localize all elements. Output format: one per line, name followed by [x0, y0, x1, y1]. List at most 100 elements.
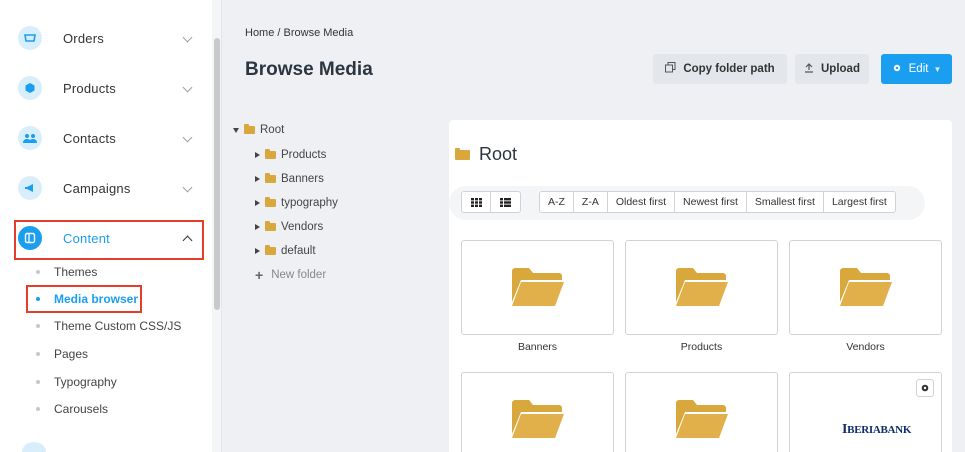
caret-right-icon — [255, 224, 260, 230]
tree-node-products[interactable]: Products — [255, 146, 326, 164]
folder-open-icon — [455, 147, 470, 160]
sidebar-scrollbar[interactable] — [212, 0, 222, 452]
sidebar-item-contacts[interactable]: Contacts — [18, 120, 203, 156]
sidebar-subitem-typography[interactable]: Typography — [36, 372, 117, 392]
sidebar-item-label: Products — [63, 80, 116, 96]
scroll-thumb[interactable] — [214, 38, 220, 310]
list-view-button[interactable] — [491, 192, 520, 212]
edit-label: Edit — [908, 63, 929, 75]
grid-icon — [470, 197, 482, 207]
gear-icon[interactable] — [916, 379, 934, 397]
bullet-dot — [36, 324, 40, 328]
folder-tile[interactable] — [461, 372, 614, 452]
sidebar-subitem-label: Theme Custom CSS/JS — [54, 319, 182, 333]
breadcrumb[interactable]: Home / Browse Media — [245, 27, 353, 39]
gear-icon — [892, 63, 902, 76]
new-folder-label: New folder — [271, 269, 327, 281]
chevron-down-icon — [182, 182, 193, 193]
sort-largest-button[interactable]: Largest first — [824, 192, 895, 212]
iberiabank-logo: IBERIABANK — [842, 422, 911, 438]
folder-icon — [265, 149, 276, 159]
logo-middle: BERIA — [847, 424, 881, 436]
sidebar: Orders Products Contacts Campaigns Conte… — [0, 0, 212, 452]
edit-button[interactable]: Edit ▼ — [881, 54, 952, 84]
media-toolbar: A-Z Z-A Oldest first Newest first Smalle… — [449, 186, 925, 220]
sidebar-item-campaigns[interactable]: Campaigns — [18, 170, 203, 206]
folder-icon — [265, 173, 276, 183]
sidebar-item-label: Orders — [63, 30, 104, 46]
sort-z-a-button[interactable]: Z-A — [574, 192, 608, 212]
sidebar-subitem-label: Carousels — [54, 402, 109, 416]
folder-open-icon — [839, 268, 892, 306]
chevron-down-icon — [182, 132, 193, 143]
tree-node-label: Root — [260, 124, 285, 136]
megaphone-icon — [18, 176, 42, 200]
grid-view-button[interactable] — [462, 192, 491, 212]
tree-node-default[interactable]: default — [255, 242, 316, 260]
chevron-down-icon — [182, 82, 193, 93]
tree-node-root[interactable]: Root — [233, 121, 284, 139]
upload-button[interactable]: Upload — [795, 54, 869, 84]
highlight-box — [26, 285, 142, 313]
upload-icon — [804, 62, 814, 76]
sidebar-item-label: Campaigns — [63, 180, 131, 196]
sort-oldest-button[interactable]: Oldest first — [608, 192, 676, 212]
highlight-box — [14, 220, 204, 260]
copy-folder-path-button[interactable]: Copy folder path — [653, 54, 787, 84]
tree-node-label: default — [281, 245, 316, 257]
bullet-dot — [36, 352, 40, 356]
users-icon — [18, 126, 42, 150]
plus-icon: + — [255, 267, 264, 283]
image-tile[interactable]: IBERIABANK — [789, 372, 942, 452]
sidebar-subitem-label: Typography — [54, 375, 117, 389]
copy-folder-path-label: Copy folder path — [683, 63, 775, 75]
sort-smallest-button[interactable]: Smallest first — [747, 192, 824, 212]
folder-open-icon — [511, 400, 564, 438]
folder-tile[interactable] — [625, 372, 778, 452]
folder-open-icon — [675, 400, 728, 438]
sidebar-item-orders[interactable]: Orders — [18, 20, 203, 56]
folder-icon — [265, 245, 276, 255]
sidebar-subitem-label: Pages — [54, 347, 89, 361]
panel-title: Root — [455, 144, 517, 165]
tree-node-banners[interactable]: Banners — [255, 170, 324, 188]
tree-node-vendors[interactable]: Vendors — [255, 218, 323, 236]
folder-tile-label: Vendors — [846, 341, 885, 353]
upload-label: Upload — [821, 63, 860, 75]
sidebar-subitem-carousels[interactable]: Carousels — [36, 399, 108, 419]
box-icon — [18, 76, 42, 100]
sidebar-item-products[interactable]: Products — [18, 70, 203, 106]
caret-right-icon — [255, 200, 260, 206]
sort-options: A-Z Z-A Oldest first Newest first Smalle… — [539, 191, 896, 213]
caret-right-icon — [255, 152, 260, 158]
folder-tile-banners[interactable] — [461, 240, 614, 335]
caret-right-icon — [255, 248, 260, 254]
folder-tile-products[interactable] — [625, 240, 778, 335]
tree-node-label: Products — [281, 149, 327, 161]
sidebar-subitem-label: Themes — [54, 265, 98, 279]
page-title: Browse Media — [245, 59, 373, 80]
sidebar-item-partial[interactable] — [22, 442, 46, 452]
panel-title-text: Root — [479, 144, 518, 164]
view-toggle — [461, 191, 521, 213]
cart-icon — [18, 26, 42, 50]
caret-down-icon — [233, 127, 239, 133]
folder-icon — [265, 197, 276, 207]
sort-newest-button[interactable]: Newest first — [675, 192, 747, 212]
folder-open-icon — [675, 268, 728, 306]
sort-a-z-button[interactable]: A-Z — [540, 192, 574, 212]
tree-node-typography[interactable]: typography — [255, 194, 338, 212]
media-panel: Root A-Z Z-A Oldest first Newest first S… — [449, 120, 952, 452]
list-icon — [500, 197, 511, 207]
sidebar-subitem-theme-css[interactable]: Theme Custom CSS/JS — [36, 316, 181, 336]
chevron-down-icon: ▼ — [933, 64, 942, 74]
sidebar-subitem-pages[interactable]: Pages — [36, 344, 88, 364]
sidebar-subitem-themes[interactable]: Themes — [36, 262, 97, 282]
folder-tile-label: Banners — [517, 341, 558, 353]
bullet-dot — [36, 407, 40, 411]
new-folder-button[interactable]: + New folder — [255, 266, 326, 284]
folder-open-icon — [244, 124, 255, 134]
tree-node-label: Vendors — [281, 221, 324, 233]
folder-tile-vendors[interactable] — [789, 240, 942, 335]
chevron-down-icon — [182, 32, 193, 43]
